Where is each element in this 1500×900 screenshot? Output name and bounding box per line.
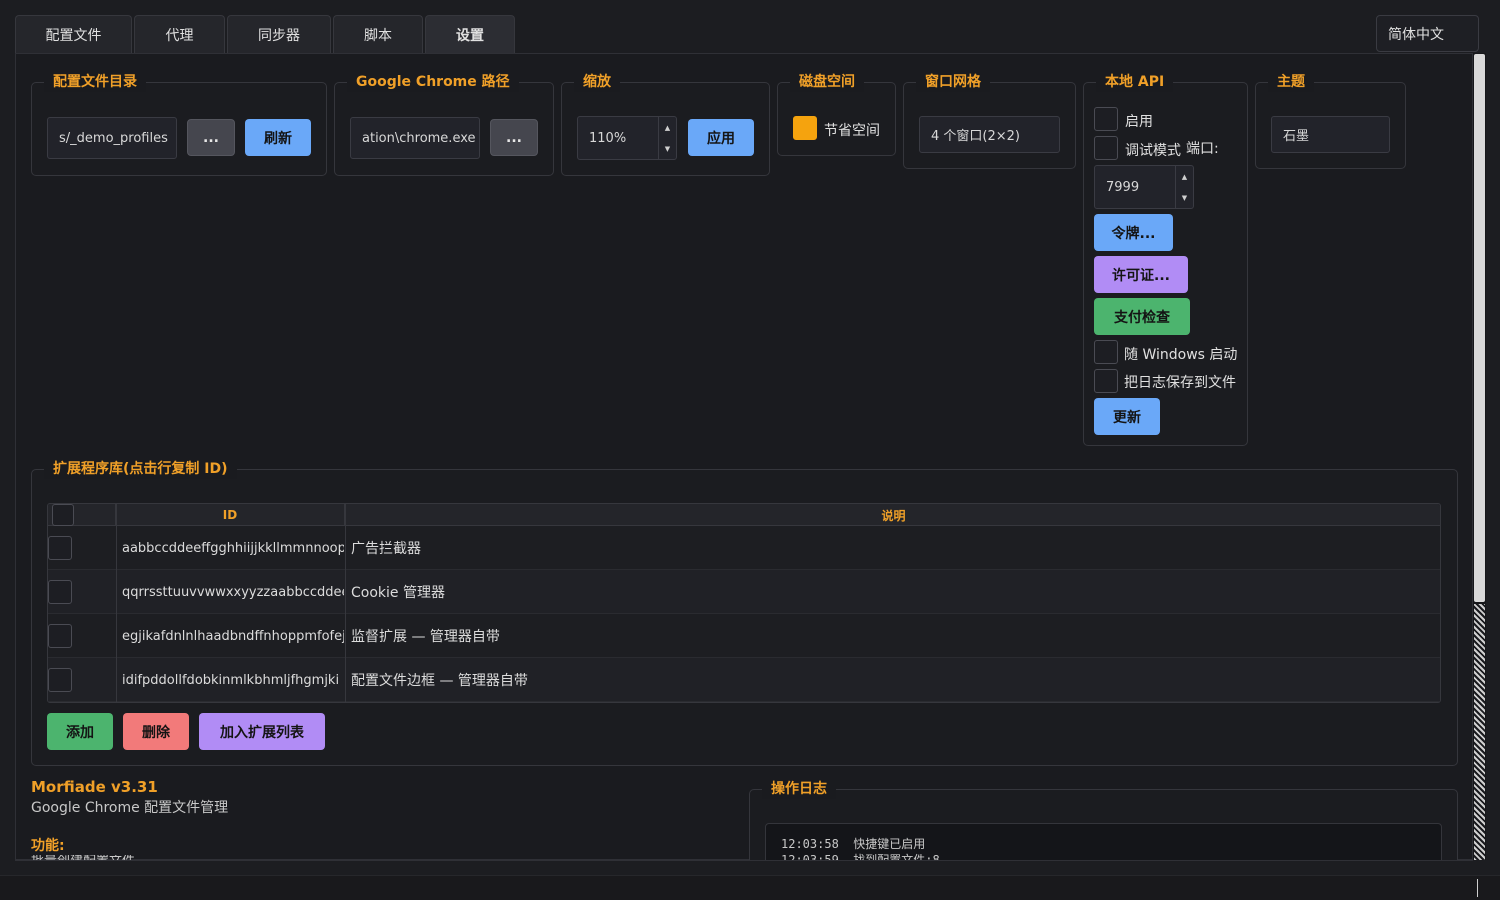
status-bar <box>0 875 1500 900</box>
column-divider <box>116 504 117 702</box>
group-title: 磁盘空间 <box>790 72 864 92</box>
group-title: 本地 API <box>1096 72 1174 92</box>
group-title: 扩展程序库(点击行复制 ID) <box>44 459 237 479</box>
spin-up-icon[interactable]: ▲ <box>1176 166 1193 187</box>
extensions-table: ID 说明 aabbccddeeffgghhiijjkkllmmnnoopp 广… <box>47 503 1441 703</box>
row-checkbox[interactable] <box>48 536 72 560</box>
theme-select[interactable]: 石墨 <box>1271 116 1390 153</box>
size-grip[interactable] <box>1477 879 1478 897</box>
tab-profiles[interactable]: 配置文件 <box>15 15 132 53</box>
tab-settings[interactable]: 设置 <box>425 15 515 53</box>
spin-down-icon[interactable]: ▼ <box>659 138 676 159</box>
profiles-dir-input[interactable]: s/_demo_profiles <box>47 117 177 159</box>
port-spin-arrows[interactable]: ▲ ▼ <box>1175 166 1193 208</box>
spin-down-icon[interactable]: ▼ <box>1176 187 1193 208</box>
table-row[interactable]: aabbccddeeffgghhiijjkkllmmnnoopp 广告拦截器 <box>48 526 1440 570</box>
extension-id: aabbccddeeffgghhiijjkkllmmnnoopp <box>122 540 344 556</box>
extension-desc: Cookie 管理器 <box>351 585 445 601</box>
chrome-path-input[interactable]: ation\chrome.exe <box>350 117 480 159</box>
language-value: 简体中文 <box>1388 26 1444 43</box>
zoom-value: 110% <box>589 130 627 146</box>
tab-label: 配置文件 <box>45 27 102 44</box>
log-text: 快捷键已启用 <box>853 837 926 851</box>
tab-scripts[interactable]: 脚本 <box>333 15 423 53</box>
update-button[interactable]: 更新 <box>1094 398 1160 435</box>
extension-desc: 配置文件边框 — 管理器自带 <box>351 673 528 689</box>
extension-id: qqrrssttuuvvwwxxyyzzaabbccddeeff <box>122 584 344 600</box>
app-subtitle: Google Chrome 配置文件管理 <box>31 800 229 816</box>
row-checkbox[interactable] <box>48 580 72 604</box>
api-enable-checkbox[interactable] <box>1094 107 1118 131</box>
add-to-extension-list-button[interactable]: 加入扩展列表 <box>199 713 325 750</box>
scrollbar-thumb[interactable] <box>1474 54 1485 602</box>
spin-up-icon[interactable]: ▲ <box>659 117 676 138</box>
group-title: 主题 <box>1268 72 1314 92</box>
id-column-header[interactable]: ID <box>116 504 345 526</box>
group-title: Google Chrome 路径 <box>347 72 519 92</box>
token-button[interactable]: 令牌... <box>1094 214 1173 251</box>
table-row[interactable]: qqrrssttuuvvwwxxyyzzaabbccddeeff Cookie … <box>48 570 1440 614</box>
startup-label: 随 Windows 启动 <box>1124 347 1238 363</box>
row-checkbox[interactable] <box>48 668 72 692</box>
tab-label: 代理 <box>165 27 194 44</box>
log-to-file-checkbox[interactable] <box>1094 369 1118 393</box>
save-space-checkbox[interactable] <box>793 116 817 140</box>
row-checkbox[interactable] <box>48 624 72 648</box>
extension-desc: 广告拦截器 <box>351 541 421 557</box>
group-title: 窗口网格 <box>916 72 990 92</box>
language-select[interactable]: 简体中文 <box>1376 15 1479 52</box>
zoom-spin-arrows[interactable]: ▲ ▼ <box>658 117 676 159</box>
tab-proxy[interactable]: 代理 <box>134 15 225 53</box>
log-time: 12:03:58 <box>781 837 839 851</box>
api-debug-label: 调试模式 <box>1125 143 1181 159</box>
license-button[interactable]: 许可证... <box>1094 256 1188 293</box>
save-space-label: 节省空间 <box>824 123 880 139</box>
scrollbar-track-hatch[interactable] <box>1474 604 1485 860</box>
tab-label: 同步器 <box>258 27 300 44</box>
tab-label: 脚本 <box>364 27 392 44</box>
panel-bottom-edge <box>15 860 1473 875</box>
tab-synchronizer[interactable]: 同步器 <box>227 15 331 53</box>
add-extension-button[interactable]: 添加 <box>47 713 113 750</box>
table-row[interactable]: egjikafdnlnlhaadbndffnhoppmfofej 监督扩展 — … <box>48 614 1440 658</box>
table-row[interactable]: idifpddollfdobkinmlkbhmljfhgmjki 配置文件边框 … <box>48 658 1440 702</box>
api-port-label: 端口: <box>1186 141 1219 157</box>
group-title: 操作日志 <box>762 779 836 799</box>
port-value: 7999 <box>1106 179 1140 195</box>
tab-label: 设置 <box>456 27 484 44</box>
extension-desc: 监督扩展 — 管理器自带 <box>351 629 500 645</box>
chrome-path-browse-button[interactable]: ... <box>490 119 538 156</box>
app-version-title: Morfiade v3.31 <box>31 778 158 796</box>
table-header: ID 说明 <box>48 504 1440 526</box>
select-all-header <box>48 504 116 526</box>
group-title: 缩放 <box>574 72 620 92</box>
column-divider <box>345 504 346 702</box>
payment-check-button[interactable]: 支付检查 <box>1094 298 1190 335</box>
api-enable-label: 启用 <box>1125 114 1153 130</box>
extension-id: idifpddollfdobkinmlkbhmljfhgmjki <box>122 672 340 688</box>
delete-extension-button[interactable]: 删除 <box>123 713 189 750</box>
select-all-checkbox[interactable] <box>52 504 74 526</box>
extension-id: egjikafdnlnlhaadbndffnhoppmfofej <box>122 628 344 644</box>
startup-checkbox[interactable] <box>1094 340 1118 364</box>
log-line: 12:03:58 快捷键已启用 <box>781 835 925 852</box>
description-column-header[interactable]: 说明 <box>345 504 1440 526</box>
features-heading: 功能: <box>31 838 65 854</box>
window-grid-select[interactable]: 4 个窗口(2×2) <box>919 116 1060 153</box>
profiles-dir-browse-button[interactable]: ... <box>187 119 235 156</box>
refresh-button[interactable]: 刷新 <box>245 119 311 156</box>
log-to-file-label: 把日志保存到文件 <box>1124 375 1236 391</box>
api-debug-checkbox[interactable] <box>1094 136 1118 160</box>
group-title: 配置文件目录 <box>44 72 146 92</box>
zoom-apply-button[interactable]: 应用 <box>688 119 754 156</box>
